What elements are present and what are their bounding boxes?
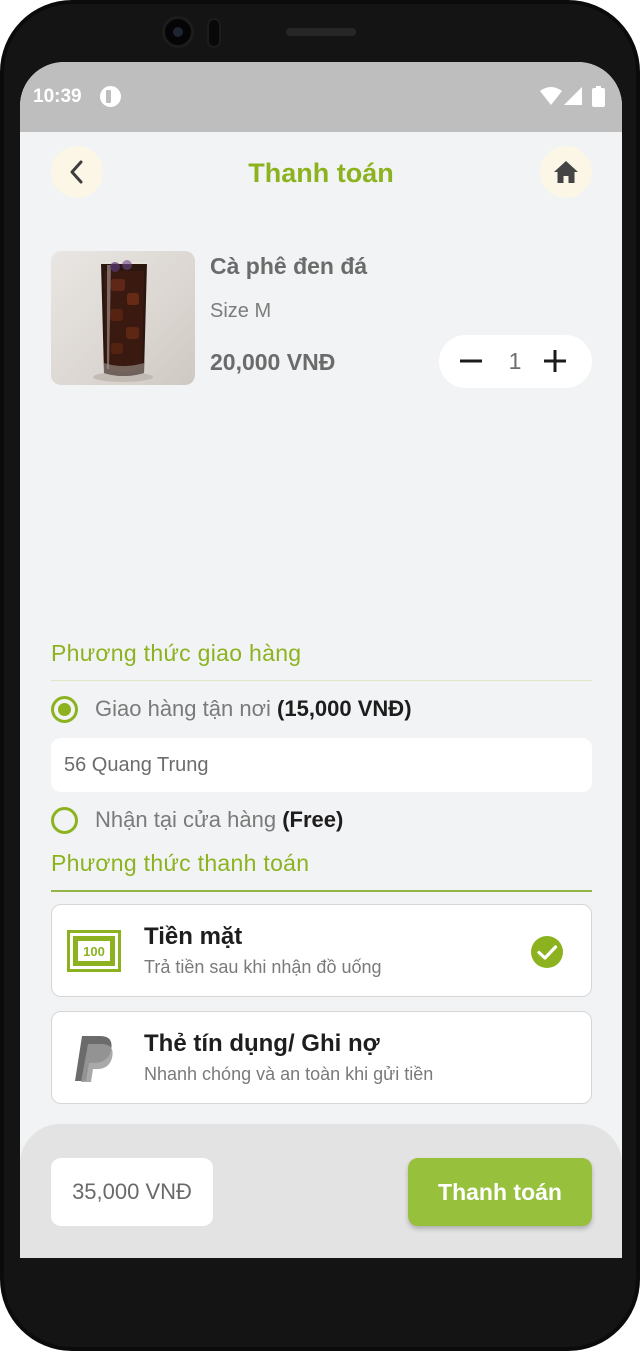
delivery-option-home-fee: (15,000 VNĐ) (277, 696, 412, 721)
page-title: Thanh toán (248, 158, 394, 188)
delivery-option-home[interactable]: Giao hàng tận nơi (15,000 VNĐ) (95, 696, 412, 722)
home-button[interactable] (540, 146, 592, 198)
signal-icon (564, 87, 582, 105)
delivery-option-store-fee: (Free) (282, 807, 344, 832)
cash-icon: 100 (67, 930, 121, 972)
paypal-icon (75, 1036, 113, 1082)
total-amount: 35,000 VNĐ (51, 1158, 213, 1226)
phone-frame: 10:39 Thanh toán Cà phê đen đá Size M 20… (0, 0, 640, 1351)
delivery-section-title: Phương thức giao hàng (51, 640, 302, 666)
payment-section-title: Phương thức thanh toán (51, 850, 310, 876)
app-screen: 10:39 Thanh toán Cà phê đen đá Size M 20… (20, 62, 622, 1258)
delivery-option-home-radio[interactable] (51, 696, 78, 723)
product-price: 20,000 VNĐ (210, 349, 336, 375)
payment-method-cash[interactable]: 100 Tiền mặt Trả tiền sau khi nhận đồ uố… (51, 904, 592, 997)
minus-icon[interactable] (459, 349, 483, 373)
page-header: Thanh toán (20, 132, 622, 216)
cart-item: Cà phê đen đá Size M 20,000 VNĐ 1 (51, 251, 592, 388)
delivery-option-home-label: Giao hàng tận nơi (95, 696, 271, 721)
plus-icon[interactable] (543, 349, 567, 373)
battery-icon (592, 86, 605, 107)
checkout-button[interactable]: Thanh toán (408, 1158, 592, 1226)
wifi-icon (540, 87, 562, 105)
product-image (51, 251, 195, 385)
delivery-option-store-label: Nhận tại cửa hàng (95, 807, 277, 832)
product-size: Size M (210, 300, 272, 322)
check-circle-icon (531, 936, 563, 968)
earpiece-speaker (286, 28, 356, 36)
quantity-stepper: 1 (439, 335, 592, 388)
delivery-divider (51, 680, 592, 681)
payment-divider (51, 890, 592, 892)
proximity-sensor (207, 18, 221, 48)
payment-method-card-title: Thẻ tín dụng/ Ghi nợ (144, 1030, 380, 1057)
payment-method-cash-title: Tiền mặt (144, 923, 243, 950)
status-time: 10:39 (33, 86, 82, 107)
status-icons (540, 86, 610, 108)
home-icon (554, 161, 578, 183)
delivery-option-store-radio[interactable] (51, 807, 78, 834)
payment-method-card-desc: Nhanh chóng và an toàn khi gửi tiền (144, 1064, 434, 1084)
quantity-value: 1 (508, 348, 522, 374)
payment-method-cash-desc: Trả tiền sau khi nhận đồ uống (144, 957, 382, 977)
notification-app-icon (100, 86, 121, 107)
svg-text:100: 100 (83, 944, 105, 959)
delivery-option-store[interactable]: Nhận tại cửa hàng (Free) (95, 807, 343, 833)
payment-method-card[interactable]: Thẻ tín dụng/ Ghi nợ Nhanh chóng và an t… (51, 1011, 592, 1104)
front-camera (162, 16, 194, 48)
product-name: Cà phê đen đá (210, 253, 368, 279)
address-input[interactable] (51, 738, 592, 792)
status-bar: 10:39 (20, 62, 622, 132)
checkout-footer: 35,000 VNĐ Thanh toán (20, 1124, 622, 1258)
iced-coffee-glass-image (93, 260, 153, 382)
